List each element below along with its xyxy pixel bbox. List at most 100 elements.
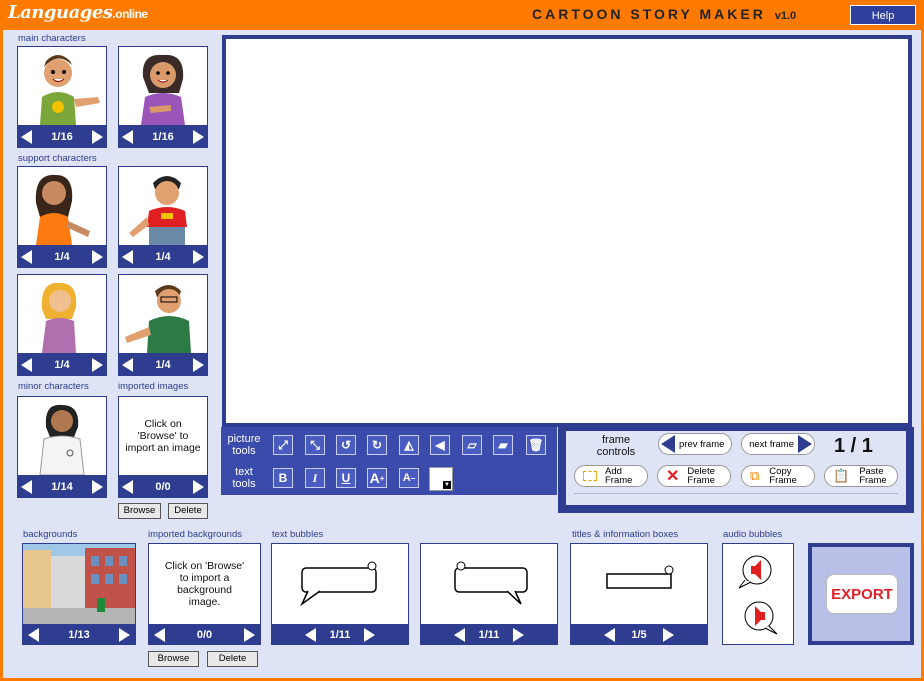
flip-vertical-icon[interactable]: ◀ <box>430 435 450 455</box>
next-arrow-icon[interactable] <box>192 358 204 372</box>
next-arrow-icon[interactable] <box>91 358 103 372</box>
divider <box>574 493 898 494</box>
previous-arrow-icon[interactable] <box>154 628 165 642</box>
next-arrow-icon[interactable] <box>91 250 103 264</box>
previous-arrow-icon[interactable] <box>454 628 465 642</box>
text-bubble-card[interactable] <box>420 543 558 625</box>
underline-button[interactable]: U <box>336 468 356 488</box>
prev-frame-button[interactable]: prev frame <box>658 433 732 455</box>
help-button[interactable]: Help <box>850 5 916 25</box>
add-frame-icon <box>583 471 597 481</box>
next-arrow-icon[interactable] <box>513 628 524 642</box>
next-arrow-icon[interactable] <box>91 130 103 144</box>
character-girl-image <box>141 54 185 125</box>
imported-background-card: Click on 'Browse' to import a background… <box>148 543 261 625</box>
bold-button[interactable]: B <box>273 468 293 488</box>
next-arrow-icon[interactable] <box>91 480 103 494</box>
character-doctor-image <box>39 404 85 476</box>
delete-x-icon: ✕ <box>666 468 680 485</box>
app-logo: Languages.online <box>8 2 148 23</box>
street-background-image <box>23 544 135 624</box>
trash-icon[interactable]: 🗑 <box>526 435 546 455</box>
delete-background-button[interactable]: Delete <box>207 651 258 667</box>
tools-panel: picture tools text tools ⤢ ⤡ ↺ ↻ ◭ ◀ ▱ ▰… <box>221 427 557 495</box>
imported-image-card: Click on 'Browse' to import an image <box>118 396 208 476</box>
paste-frame-button[interactable]: 📋 Paste Frame <box>824 465 898 487</box>
story-canvas[interactable] <box>222 35 912 427</box>
backgrounds-label: backgrounds <box>23 529 78 540</box>
minor-character-card[interactable] <box>17 396 107 476</box>
copy-icon: ⧉ <box>750 468 760 483</box>
minor-characters-label: minor characters <box>18 381 89 392</box>
support-character-card[interactable] <box>17 166 107 246</box>
next-arrow-icon[interactable] <box>662 628 674 642</box>
character-counter: 1/4 <box>54 251 70 263</box>
title-box-icon <box>606 565 674 589</box>
character-boy-image <box>40 55 100 125</box>
background-card[interactable] <box>22 543 136 625</box>
main-character-card[interactable] <box>118 46 208 126</box>
previous-arrow-icon[interactable] <box>604 628 615 642</box>
enlarge-icon[interactable]: ⤢ <box>273 435 293 455</box>
previous-arrow-icon[interactable] <box>305 628 316 642</box>
text-color-picker[interactable]: ▼ <box>429 467 453 491</box>
speech-bubble-tail-left-icon <box>300 561 377 607</box>
character-man-green-image <box>125 285 191 353</box>
text-bubble-card[interactable] <box>271 543 409 625</box>
increase-font-button[interactable]: A + <box>367 468 387 488</box>
italic-button[interactable]: I <box>305 468 325 488</box>
decrease-font-button[interactable]: A − <box>399 468 419 488</box>
previous-arrow-icon[interactable] <box>122 480 133 494</box>
next-arrow-icon[interactable] <box>243 628 255 642</box>
browse-backgrounds-button[interactable]: Browse <box>148 651 199 667</box>
previous-arrow-icon[interactable] <box>122 250 133 264</box>
next-arrow-icon[interactable] <box>118 628 130 642</box>
support-character-card[interactable] <box>17 274 107 354</box>
previous-arrow-icon[interactable] <box>21 480 32 494</box>
previous-arrow-icon[interactable] <box>122 130 133 144</box>
next-frame-button[interactable]: next frame <box>741 433 815 455</box>
main-character-card[interactable] <box>17 46 107 126</box>
bring-forward-icon[interactable]: ▰ <box>493 435 513 455</box>
picture-tools-label: picture tools <box>227 433 261 457</box>
background-nav: 1/13 <box>22 625 136 645</box>
previous-arrow-icon[interactable] <box>21 250 32 264</box>
title-box-counter: 1/5 <box>631 629 647 641</box>
export-button[interactable]: EXPORT <box>826 574 898 614</box>
browse-images-button[interactable]: Browse <box>118 503 161 519</box>
flip-horizontal-icon[interactable]: ◭ <box>399 435 419 455</box>
previous-arrow-icon[interactable] <box>28 628 39 642</box>
paste-icon: 📋 <box>833 468 850 483</box>
send-backward-icon[interactable]: ▱ <box>462 435 482 455</box>
imported-backgrounds-label: imported backgrounds <box>148 529 242 540</box>
next-arrow-icon[interactable] <box>192 130 204 144</box>
export-panel: EXPORT <box>808 543 914 645</box>
character-counter: 1/16 <box>51 131 73 143</box>
title-box-card[interactable] <box>570 543 708 625</box>
next-arrow-icon[interactable] <box>364 628 375 642</box>
next-arrow-icon[interactable] <box>192 480 204 494</box>
bubble-counter: 1/11 <box>478 629 500 641</box>
previous-arrow-icon[interactable] <box>21 130 32 144</box>
audio-bubble-speaker-alt-icon[interactable] <box>744 601 778 635</box>
rotate-right-icon[interactable]: ↻ <box>367 435 387 455</box>
frame-counter: 1 / 1 <box>834 435 873 457</box>
support-character-card[interactable] <box>118 274 208 354</box>
delete-image-button[interactable]: Delete <box>168 503 208 519</box>
copy-frame-button[interactable]: ⧉ Copy Frame <box>741 465 815 487</box>
next-arrow-icon[interactable] <box>192 250 204 264</box>
support-character-nav: 1/4 <box>118 246 208 268</box>
title-box-nav: 1/5 <box>570 625 708 645</box>
support-character-nav: 1/4 <box>17 354 107 376</box>
bubble-counter: 1/11 <box>329 629 351 641</box>
audio-bubble-speaker-icon[interactable] <box>738 555 772 589</box>
add-frame-button[interactable]: Add Frame <box>574 465 648 487</box>
delete-frame-button[interactable]: ✕ Delete Frame <box>657 465 731 487</box>
imported-images-label: imported images <box>118 381 189 392</box>
dropdown-arrow-icon: ▼ <box>443 481 451 489</box>
rotate-left-icon[interactable]: ↺ <box>336 435 356 455</box>
previous-arrow-icon[interactable] <box>21 358 32 372</box>
previous-arrow-icon[interactable] <box>122 358 133 372</box>
shrink-icon[interactable]: ⤡ <box>305 435 325 455</box>
support-character-card[interactable] <box>118 166 208 246</box>
